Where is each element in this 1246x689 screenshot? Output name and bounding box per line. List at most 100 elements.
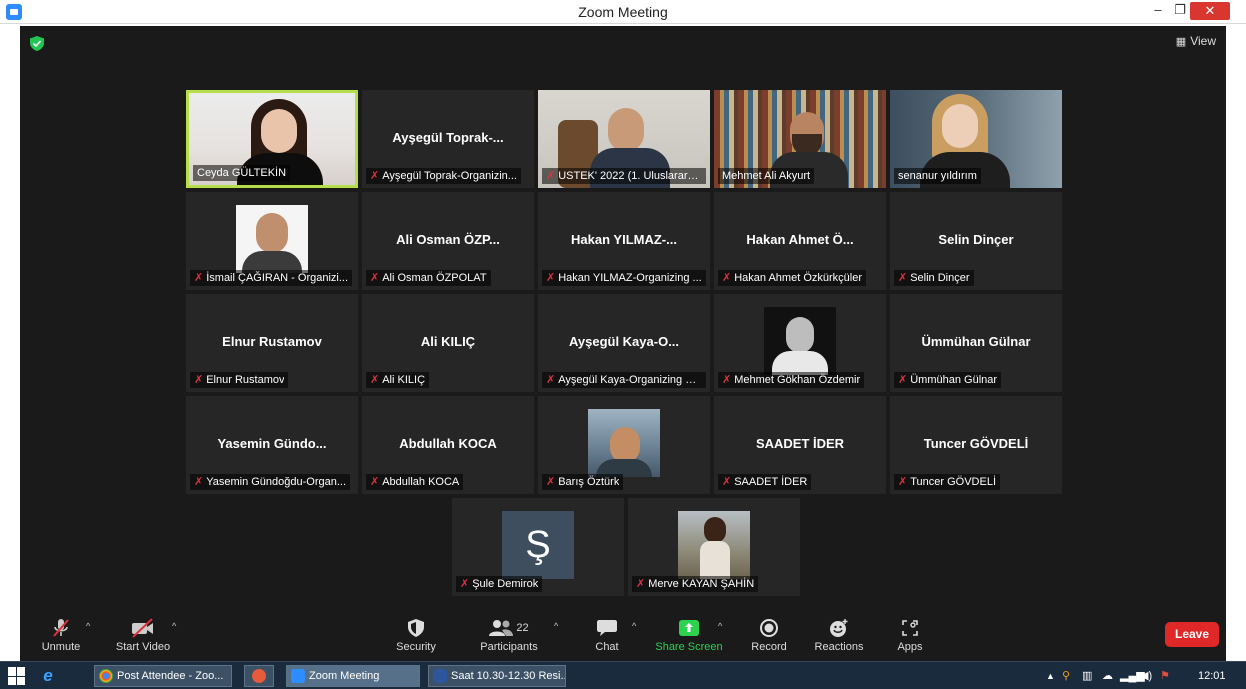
muted-mic-icon: ✗ xyxy=(370,170,380,182)
participant-name-tag: ✗ SAADET İDER xyxy=(718,474,812,490)
record-button[interactable]: Record xyxy=(734,611,804,661)
participant-tile[interactable]: Ceyda GÜLTEKİN xyxy=(186,90,358,188)
participants-caret[interactable]: ^ xyxy=(554,621,558,631)
muted-mic-icon: ✗ xyxy=(722,374,732,386)
start-video-button[interactable]: ^ Start Video xyxy=(108,611,178,661)
participant-tile[interactable]: Ayşegül Kaya-O... ✗ Ayşegül Kaya-Organizin… xyxy=(538,294,710,392)
participant-name: Hakan Ahmet Özkürkçüler xyxy=(734,272,862,284)
participant-tile[interactable]: ✗ İsmail ÇAĞIRAN - Organizi... xyxy=(186,192,358,290)
participant-display-name: Tuncer GÖVDELİ xyxy=(923,436,1029,451)
participant-tile[interactable]: ✗ Merve KAYAN ŞAHİN xyxy=(628,498,800,596)
security-label: Security xyxy=(396,641,436,653)
participant-name-tag: ✗ Hakan Ahmet Özkürkçüler xyxy=(718,270,866,286)
participant-tile[interactable]: Ş ✗ Şule Demirok xyxy=(452,498,624,596)
participant-name-tag: ✗ Selin Dinçer xyxy=(894,270,974,286)
taskbar-item-label: Saat 10.30-12.30 Resi... xyxy=(451,670,566,682)
participant-tile[interactable]: Ayşegül Toprak-... ✗ Ayşegül Toprak-Organi… xyxy=(362,90,534,188)
unmute-button[interactable]: ^ Unmute xyxy=(26,611,96,661)
share-screen-button[interactable]: ^ Share Screen xyxy=(654,611,724,661)
participant-name: Selin Dinçer xyxy=(910,272,970,284)
participant-tile[interactable]: Tuncer GÖVDELİ ✗ Tuncer GÖVDELİ xyxy=(890,396,1062,494)
participant-tile[interactable]: Mehmet Ali Akyurt xyxy=(714,90,886,188)
muted-mic-icon: ✗ xyxy=(546,272,556,284)
participant-name: İsmail ÇAĞIRAN - Organizi... xyxy=(206,272,349,284)
tray-expand-icon[interactable]: ▲ xyxy=(1046,666,1055,686)
participant-tile[interactable]: Selin Dinçer ✗ Selin Dinçer xyxy=(890,192,1062,290)
muted-mic-icon: ✗ xyxy=(460,578,470,590)
muted-mic-icon: ✗ xyxy=(898,272,908,284)
reactions-button[interactable]: Reactions xyxy=(804,611,874,661)
app-icon xyxy=(252,669,266,683)
windows-start-icon[interactable] xyxy=(8,667,26,685)
participant-name: Merve KAYAN ŞAHİN xyxy=(648,578,755,590)
minimize-button[interactable]: – xyxy=(1146,0,1170,20)
participant-display-name: Yasemin Gündo... xyxy=(217,436,327,451)
participant-tile[interactable]: Hakan YILMAZ-... ✗ Hakan YILMAZ-Organizing… xyxy=(538,192,710,290)
chat-button[interactable]: ^ Chat xyxy=(572,611,642,661)
participant-name-tag: ✗ Merve KAYAN ŞAHİN xyxy=(632,576,759,592)
participant-tile[interactable]: SAADET İDER ✗ SAADET İDER xyxy=(714,396,886,494)
muted-mic-icon: ✗ xyxy=(194,374,204,386)
maximize-button[interactable]: ❐ xyxy=(1168,0,1192,20)
participant-name-tag: ✗ Yasemin Gündoğdu-Organ... xyxy=(190,474,351,490)
muted-mic-icon: ✗ xyxy=(370,272,380,284)
internet-explorer-icon[interactable]: e xyxy=(38,666,58,686)
leave-button[interactable]: Leave xyxy=(1165,622,1219,647)
participant-tile[interactable]: Abdullah KOCA ✗ Abdullah KOCA xyxy=(362,396,534,494)
unmute-label: Unmute xyxy=(41,641,81,653)
volume-tray-icon[interactable]: ◀) xyxy=(1140,666,1152,686)
participant-tile[interactable]: Elnur Rustamov ✗ Elnur Rustamov xyxy=(186,294,358,392)
participant-name: Ayşegül Kaya-Organizing C... xyxy=(558,374,702,386)
participant-display-name: Ümmühan Gülnar xyxy=(921,334,1031,349)
participant-tile[interactable]: senanur yıldırım xyxy=(890,90,1062,188)
zoom-icon xyxy=(291,669,305,683)
participant-name: Tuncer GÖVDELİ xyxy=(910,476,997,488)
participant-name: senanur yıldırım xyxy=(898,170,977,182)
chat-caret[interactable]: ^ xyxy=(632,621,636,631)
participants-button[interactable]: 22 ^ Participants xyxy=(474,611,558,661)
taskbar-item-word-document[interactable]: Saat 10.30-12.30 Resi... xyxy=(428,665,566,687)
participant-tile[interactable]: Ümmühan Gülnar ✗ Ümmühan Gülnar xyxy=(890,294,1062,392)
taskbar-item-zoom-meeting[interactable]: Zoom Meeting xyxy=(286,665,420,687)
cloud-tray-icon[interactable]: ☁ xyxy=(1102,666,1113,686)
taskbar-clock[interactable]: 12:01 xyxy=(1198,666,1226,686)
apps-button[interactable]: Apps xyxy=(875,611,945,661)
participant-tile[interactable]: Yasemin Gündo... ✗ Yasemin Gündoğdu-Organ.… xyxy=(186,396,358,494)
close-button[interactable]: ✕ xyxy=(1190,2,1230,20)
view-button[interactable]: ▦ View xyxy=(1176,34,1216,48)
participant-name: Ayşegül Toprak-Organizin... xyxy=(382,170,517,182)
participant-name: Şule Demirok xyxy=(472,578,539,590)
apps-icon xyxy=(902,620,918,636)
participant-tile[interactable]: Ali KILIÇ ✗ Ali KILIÇ xyxy=(362,294,534,392)
muted-mic-icon: ✗ xyxy=(898,476,908,488)
search-tray-icon[interactable]: ⚲ xyxy=(1062,666,1070,686)
taskbar-item-post-attendee[interactable]: Post Attendee - Zoo... xyxy=(94,665,232,687)
participant-name: SAADET İDER xyxy=(734,476,808,488)
participant-tile[interactable]: ✗ USTEK' 2022 (1. Uluslarara... xyxy=(538,90,710,188)
muted-mic-icon: ✗ xyxy=(194,272,204,284)
participant-name: Yasemin Gündoğdu-Organ... xyxy=(206,476,347,488)
taskbar-item-app[interactable] xyxy=(244,665,274,687)
reactions-smiley-icon xyxy=(830,619,848,637)
video-options-caret[interactable]: ^ xyxy=(172,621,176,631)
flag-tray-icon[interactable]: ⚑ xyxy=(1160,666,1170,686)
participant-avatar xyxy=(764,307,836,375)
participant-display-name: Selin Dinçer xyxy=(938,232,1014,247)
encryption-shield-icon[interactable] xyxy=(30,36,44,51)
participant-name-tag: ✗ Şule Demirok xyxy=(456,576,543,592)
participant-name: Ümmühan Gülnar xyxy=(910,374,998,386)
audio-options-caret[interactable]: ^ xyxy=(86,621,90,631)
muted-mic-icon xyxy=(53,619,69,637)
participant-tile[interactable]: Ali Osman ÖZP... ✗ Ali Osman ÖZPOLAT xyxy=(362,192,534,290)
participant-tile[interactable]: ✗ Barış Öztürk xyxy=(538,396,710,494)
network-tray-icon[interactable]: ▥ xyxy=(1082,666,1092,686)
share-options-caret[interactable]: ^ xyxy=(718,621,722,631)
participant-tile[interactable]: ✗ Mehmet Gökhan Özdemir xyxy=(714,294,886,392)
participant-name: Hakan YILMAZ-Organizing ... xyxy=(558,272,702,284)
participant-tile[interactable]: Hakan Ahmet Ö... ✗ Hakan Ahmet Özkürkçüler xyxy=(714,192,886,290)
security-button[interactable]: Security xyxy=(381,611,451,661)
participant-avatar xyxy=(678,511,750,579)
share-screen-label: Share Screen xyxy=(655,641,723,653)
participant-display-name: Hakan YILMAZ-... xyxy=(571,232,677,247)
security-shield-icon xyxy=(408,619,424,637)
